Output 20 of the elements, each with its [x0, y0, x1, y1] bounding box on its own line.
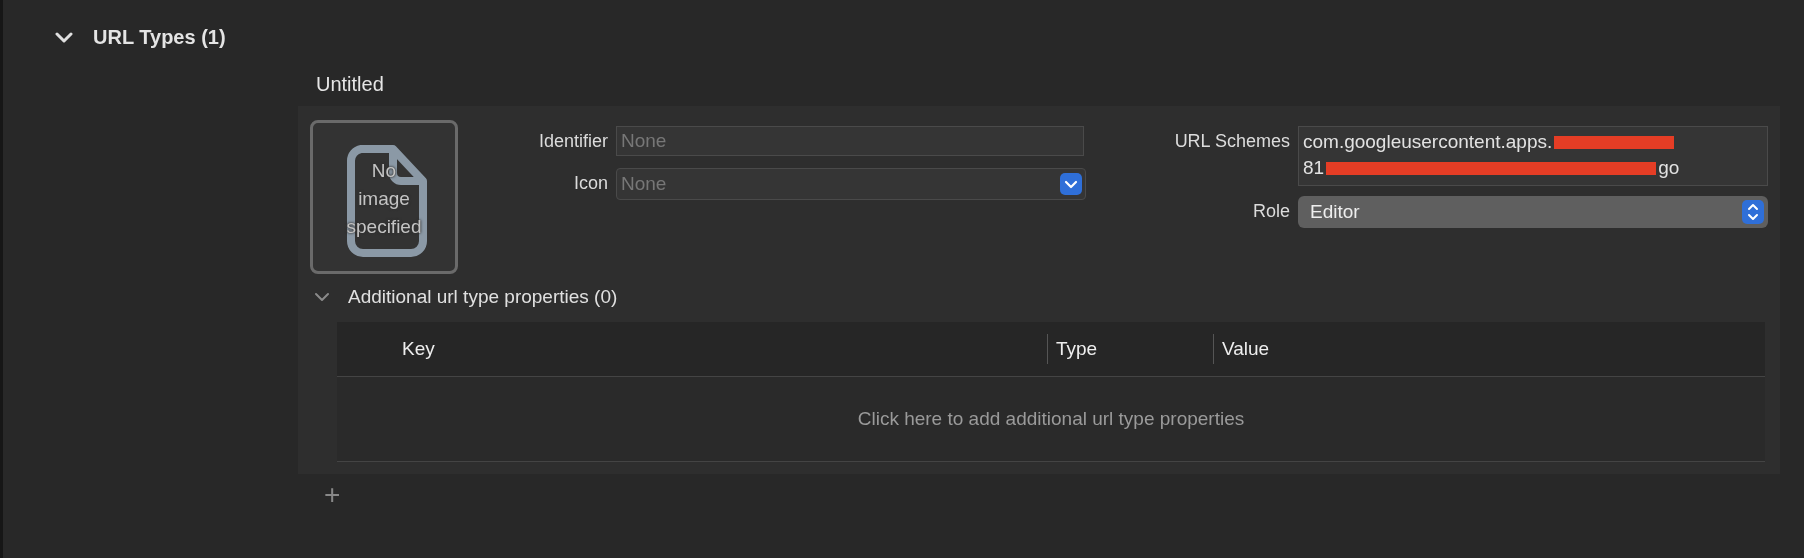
column-header[interactable]: Value — [1213, 334, 1270, 364]
stepper-icon — [1742, 200, 1764, 224]
url-type-name: Untitled — [316, 73, 384, 96]
column-header[interactable]: Type — [1047, 334, 1213, 364]
icon-label: Icon — [572, 172, 608, 194]
column-header[interactable]: Key — [337, 334, 1047, 364]
additional-properties-title: Additional url type properties (0) — [348, 286, 618, 308]
section-title: URL Types (1) — [93, 26, 226, 49]
empty-table-hint[interactable]: Click here to add additional url type properties — [857, 408, 1245, 430]
role-label: Role — [1251, 200, 1290, 222]
identifier-field[interactable]: None — [616, 126, 1084, 156]
url-schemes-label: URL Schemes — [1173, 130, 1290, 152]
identifier-label: Identifier — [537, 130, 608, 152]
add-button[interactable]: + — [320, 480, 345, 510]
url-schemes-field[interactable]: com.googleusercontent.apps. 81 go — [1298, 126, 1768, 186]
icon-combo-box[interactable]: None — [616, 168, 1086, 200]
dropdown-icon[interactable] — [1060, 173, 1082, 195]
icon-input[interactable]: None — [617, 173, 1060, 195]
role-popup[interactable]: Editor — [1298, 196, 1768, 228]
chevron-icon[interactable] — [55, 31, 73, 44]
